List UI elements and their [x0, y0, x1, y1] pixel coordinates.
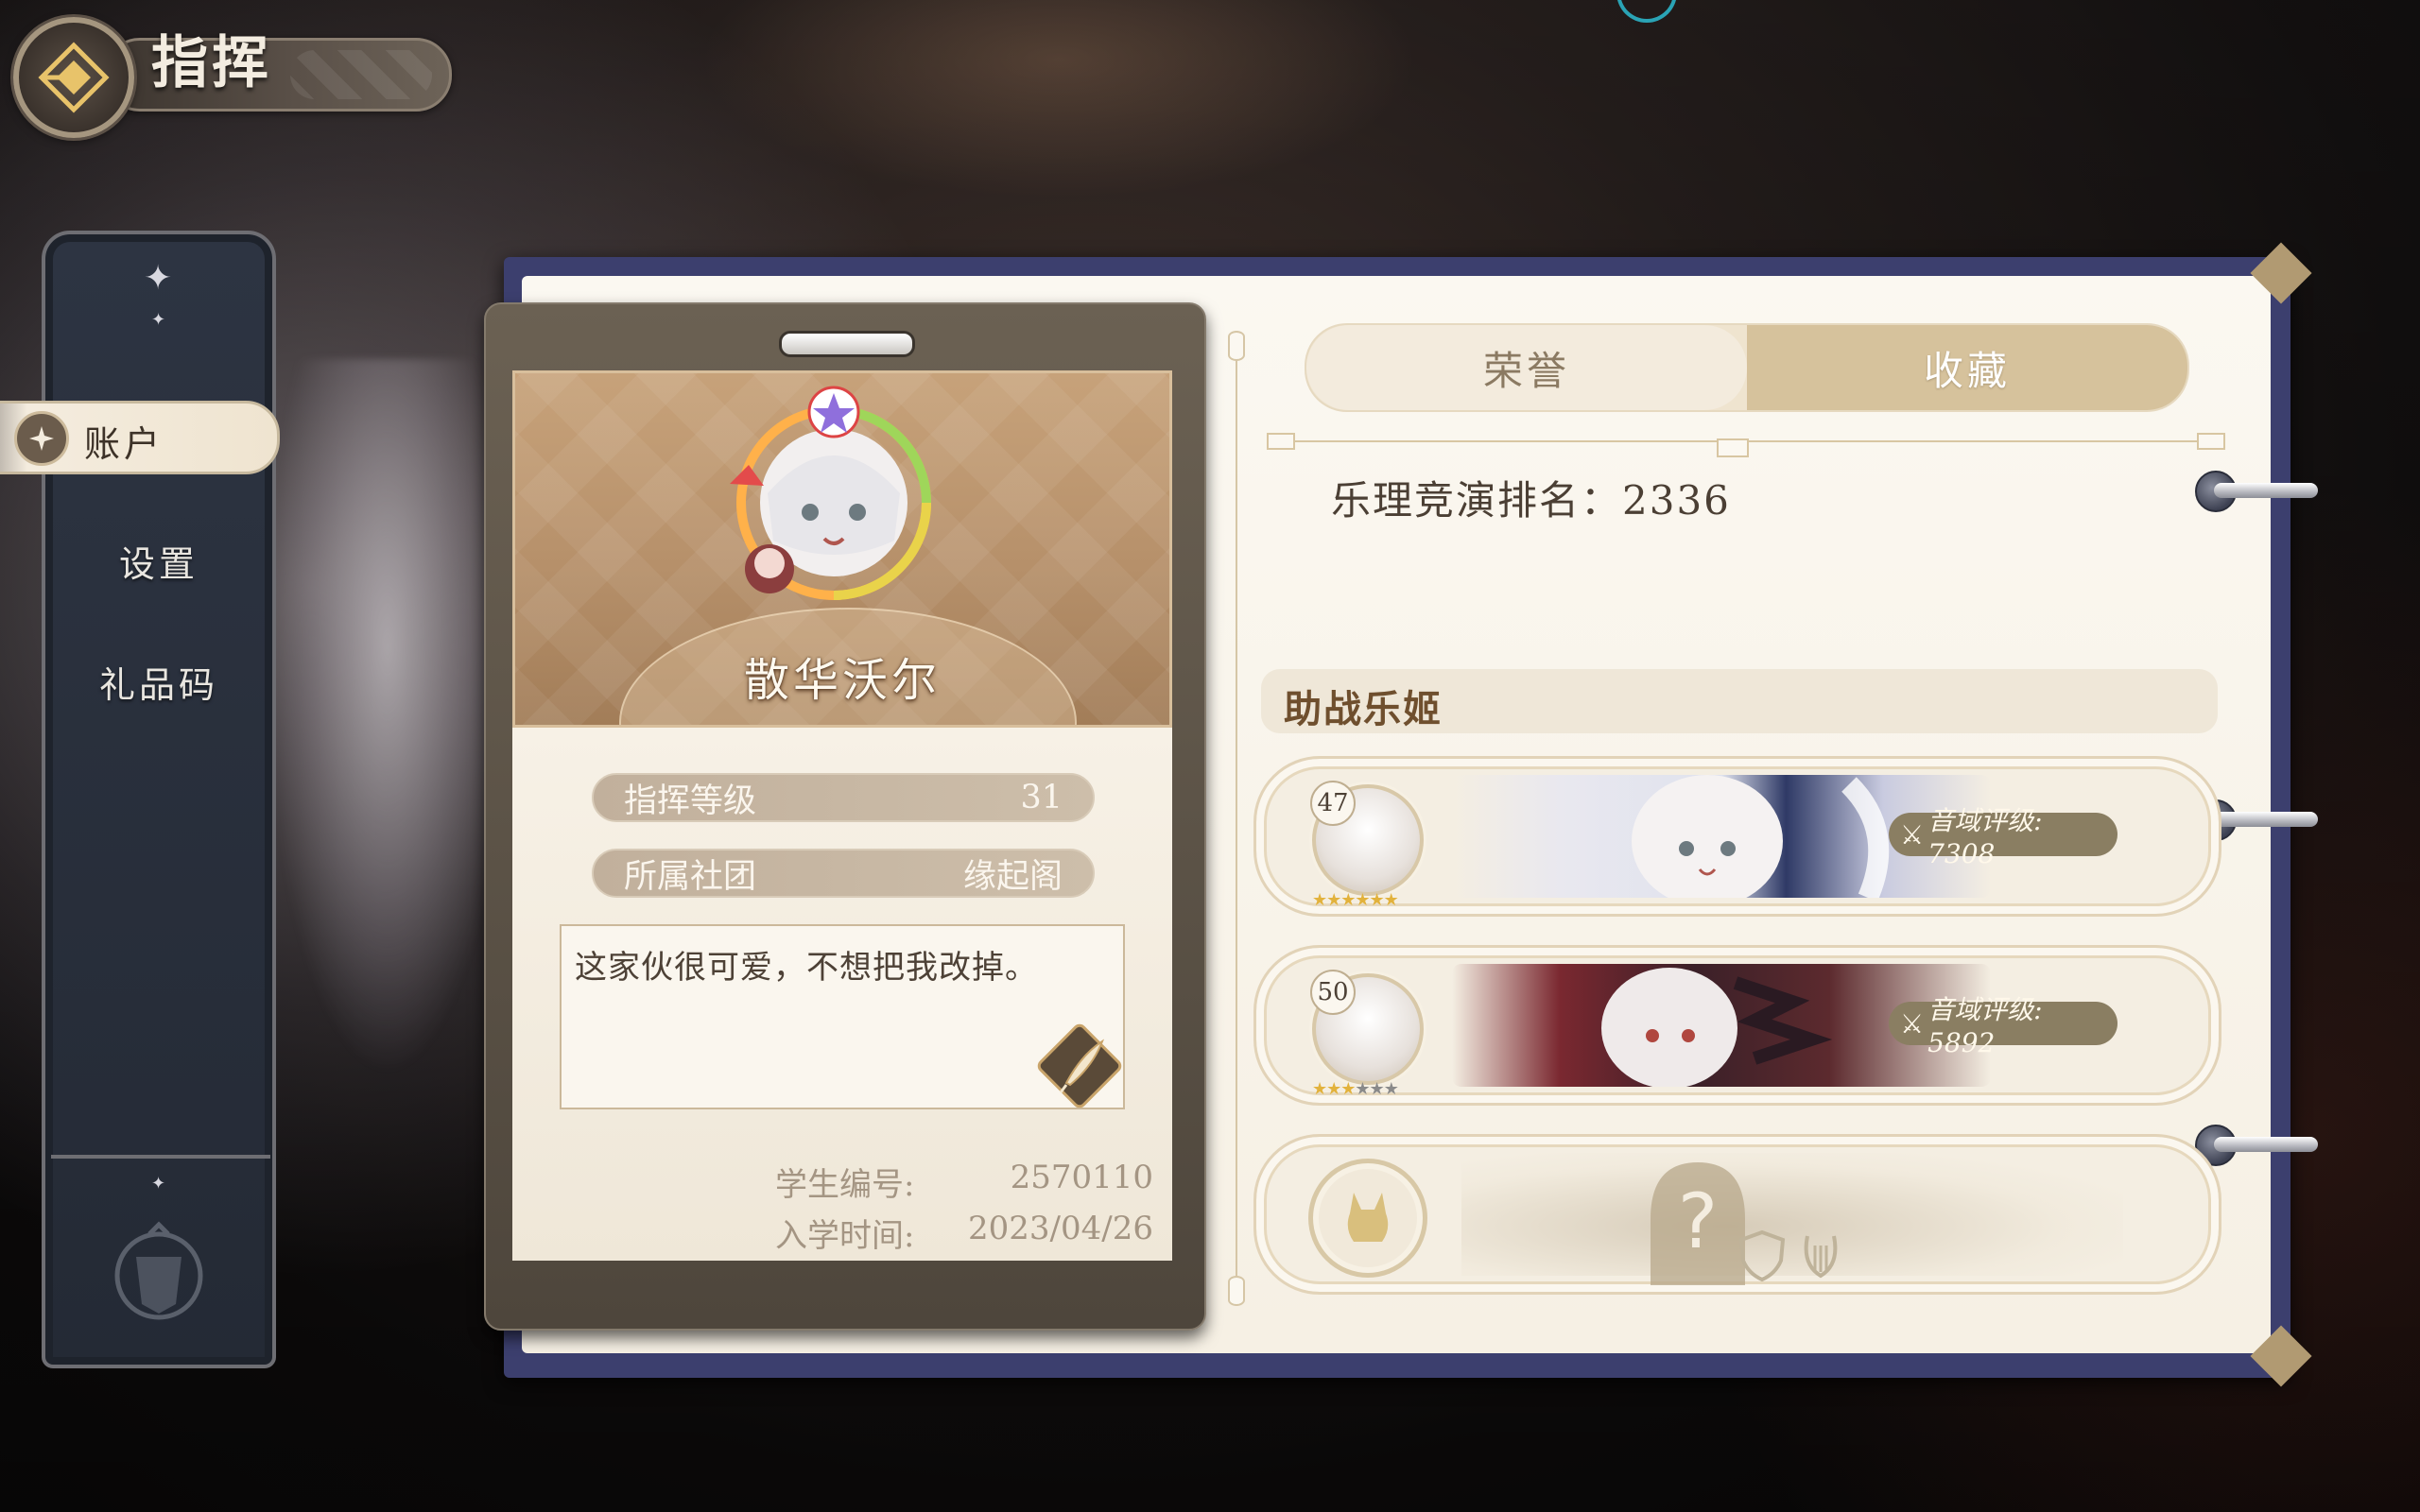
- sparkle-icon: ✦: [144, 259, 173, 298]
- level-badge: 47: [1310, 781, 1356, 826]
- divider-ornament: [1717, 438, 1749, 457]
- menu-item-settings[interactable]: 设置: [45, 535, 272, 587]
- divider-ornament: [2197, 433, 2225, 450]
- enroll-date-label: 入学时间:: [775, 1217, 915, 1255]
- star-icons-empty: ★★★: [1355, 1079, 1398, 1099]
- tab-collection[interactable]: 收藏: [1747, 325, 2187, 410]
- star-icons-filled: ★★★: [1312, 1079, 1356, 1099]
- ring-bar: [2214, 1137, 2318, 1152]
- header-pattern: [290, 50, 432, 99]
- crossed-swords-icon: ⚔: [1900, 1007, 1925, 1040]
- star-icons: ★★★★★★: [1312, 890, 1399, 910]
- motto-text: 这家伙很可爱，不想把我改掉。: [575, 949, 1038, 987]
- support-slot-2[interactable]: 50 ★★★★★★ ⚔ 音域评级: 5892: [1253, 945, 2221, 1106]
- ring-bar: [2214, 483, 2318, 498]
- stat-club: 所属社团 缘起阁: [592, 849, 1095, 898]
- menu-item-label: 账户: [84, 423, 164, 465]
- rating-text: 音域评级: 5892: [1927, 993, 2043, 1058]
- stat-commander-level: 指挥等级 31: [592, 773, 1095, 822]
- menu-divider: [51, 1155, 270, 1159]
- stat-label: 指挥等级: [624, 782, 757, 820]
- account-star-icon: [14, 411, 69, 466]
- background-chandelier: [700, 0, 1418, 198]
- sparkle-icon: ✦: [151, 310, 166, 330]
- tab-bar: 荣誉 收藏: [1305, 323, 2189, 412]
- stat-label: 所属社团: [624, 857, 757, 896]
- section-title: 助战乐姬: [1284, 687, 1443, 731]
- page-title: 指挥: [151, 30, 272, 96]
- empty-avatar: [1308, 1159, 1427, 1278]
- divider-ornament: [1267, 433, 1295, 450]
- student-id-row: 学生编号: 2570110: [775, 1159, 1153, 1205]
- star-rating: ★★★★★★: [1312, 1079, 1399, 1099]
- background-character: [265, 359, 510, 1077]
- enroll-date-value: 2023/04/26: [968, 1210, 1153, 1247]
- rating-badge: ⚔ 音域评级: 5892: [1889, 994, 2118, 1058]
- rating-text: 音域评级: 7308: [1927, 804, 2043, 869]
- back-emblem-icon: [38, 42, 110, 113]
- player-avatar[interactable]: [692, 380, 957, 616]
- crossed-swords-icon: ⚔: [1900, 818, 1925, 850]
- sparkle-icon: ✦: [151, 1174, 166, 1194]
- silhouette-icon: [1347, 1193, 1389, 1242]
- question-mark: ?: [1678, 1177, 1718, 1265]
- stat-value: 31: [1020, 779, 1063, 816]
- academy-crest-icon: [114, 1221, 203, 1320]
- support-slot-3-empty[interactable]: ?: [1253, 1134, 2221, 1295]
- binding-ornament: [1228, 331, 1245, 361]
- edit-motto-button[interactable]: [1032, 1017, 1127, 1108]
- lyre-icon: [1804, 1235, 1838, 1279]
- student-id-value: 2570110: [1010, 1159, 1153, 1196]
- level-badge: 50: [1310, 970, 1356, 1015]
- rank-text: 乐理竞演排名：2336: [1331, 477, 1731, 524]
- enroll-date-row: 入学时间: 2023/04/26: [775, 1210, 1153, 1256]
- rating-badge: ⚔ 音域评级: 7308: [1889, 805, 2118, 869]
- student-id-label: 学生编号:: [775, 1166, 915, 1204]
- stat-value: 缘起阁: [962, 857, 1063, 896]
- card-clip: [779, 331, 915, 357]
- menu-item-gift-code[interactable]: 礼品码: [45, 656, 272, 708]
- binder-ring: [2195, 471, 2320, 512]
- tab-honor[interactable]: 荣誉: [1306, 325, 1747, 410]
- support-section-header: 助战乐姬: [1261, 669, 2218, 733]
- shield-icon: [1738, 1229, 1786, 1282]
- page-binding-line: [1236, 340, 1237, 1285]
- support-slot-1[interactable]: 47 ★★★★★★ ⚔ 音域评级: 7308: [1253, 756, 2221, 917]
- back-button[interactable]: [13, 17, 134, 138]
- menu-item-account[interactable]: 账户: [0, 401, 280, 474]
- star-rating: ★★★★★★: [1312, 890, 1399, 910]
- ring-bar: [2214, 812, 2318, 827]
- player-name: 散华沃尔: [743, 654, 941, 707]
- binding-ornament: [1228, 1276, 1245, 1306]
